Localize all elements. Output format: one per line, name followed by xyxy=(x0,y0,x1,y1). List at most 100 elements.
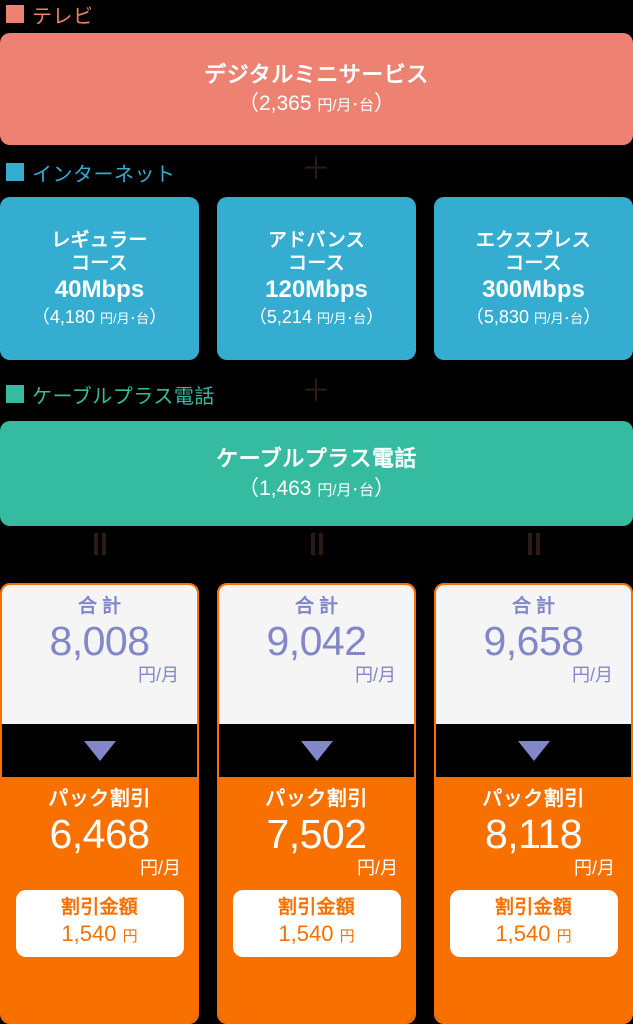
saving-amount-value: 1,540 xyxy=(278,921,340,947)
course-name-regular: レギュラー コース xyxy=(51,229,148,275)
total-unit: 円/月 xyxy=(137,664,179,685)
tv-price-open: （2,365 xyxy=(237,92,318,116)
course-name-line1: アドバンス xyxy=(267,229,366,251)
pricing-diagram: テレビ デジタルミニサービス （2,365 円/月･台） ＋ インターネット レ… xyxy=(0,0,633,1024)
result-group-regular: 合計 8,008 円/月 パック割引 6,468 円/月 割引金額 1,540 … xyxy=(0,583,199,1024)
course-name-line2: コース xyxy=(288,252,345,274)
phone-price-unit: 円/月･台 xyxy=(317,481,375,499)
total-box-regular: 合計 8,008 円/月 xyxy=(2,585,197,724)
saving-amount-unit: 円 xyxy=(556,928,572,946)
course-name-line1: エクスプレス xyxy=(475,229,592,251)
total-box-express: 合計 9,658 円/月 xyxy=(436,585,631,724)
course-name-line2: コース xyxy=(71,252,128,274)
discount-value: 7,502 xyxy=(266,811,367,857)
course-price-close: ） xyxy=(366,306,385,327)
course-card-express[interactable]: エクスプレス コース 300Mbps （5,830 円/月･台） xyxy=(434,197,633,360)
result-group-express: 合計 9,658 円/月 パック割引 8,118 円/月 割引金額 1,540 … xyxy=(434,583,633,1024)
phone-color-swatch-icon xyxy=(6,385,24,403)
tv-product-name: デジタルミニサービス xyxy=(204,61,429,87)
discount-box-regular: パック割引 6,468 円/月 割引金額 1,540 円 xyxy=(2,777,197,1022)
phone-product-name: ケーブルプラス電話 xyxy=(216,446,417,472)
tv-price-close: ） xyxy=(374,92,396,116)
course-name-line1: レギュラー xyxy=(51,229,148,251)
discount-box-express: パック割引 8,118 円/月 割引金額 1,540 円 xyxy=(436,777,631,1022)
course-price-close: ） xyxy=(149,306,168,327)
total-value: 9,042 xyxy=(266,617,367,664)
down-arrow-icon xyxy=(83,740,116,761)
equals-mark-column-1 xyxy=(88,533,112,555)
total-unit: 円/月 xyxy=(354,664,396,685)
saving-amount-value: 1,540 xyxy=(495,921,557,947)
legend-label-television: テレビ xyxy=(32,5,94,28)
arrow-gap-advance xyxy=(219,724,414,777)
legend-cable-plus-phone: ケーブルプラス電話 xyxy=(0,380,633,408)
arrow-gap-express xyxy=(436,724,631,777)
saving-amount-unit: 円 xyxy=(339,928,355,946)
total-box-advance: 合計 9,042 円/月 xyxy=(219,585,414,724)
discount-value: 6,468 xyxy=(49,811,150,857)
total-unit: 円/月 xyxy=(571,664,613,685)
course-price-express: （5,830 円/月･台） xyxy=(466,306,601,329)
equals-mark-column-2 xyxy=(305,533,329,555)
saving-chip-regular: 割引金額 1,540 円 xyxy=(15,889,184,957)
product-bar-television: デジタルミニサービス （2,365 円/月･台） xyxy=(0,33,633,145)
total-value: 8,008 xyxy=(49,617,150,664)
discount-unit: 円/月 xyxy=(573,857,615,878)
saving-amount: 1,540 円 xyxy=(454,920,614,948)
discount-box-advance: パック割引 7,502 円/月 割引金額 1,540 円 xyxy=(219,777,414,1022)
total-label: 合計 xyxy=(77,596,126,617)
internet-color-swatch-icon xyxy=(6,163,24,181)
total-value: 9,658 xyxy=(483,617,584,664)
course-name-express: エクスプレス コース xyxy=(476,229,591,275)
product-bar-cable-plus-phone: ケーブルプラス電話 （1,463 円/月･台） xyxy=(0,421,633,526)
saving-label: 割引金額 xyxy=(60,896,139,918)
saving-amount-unit: 円 xyxy=(122,928,138,946)
course-price-unit: 円/月･台 xyxy=(316,310,367,326)
course-name-advance: アドバンス コース xyxy=(268,229,365,275)
phone-price-close: ） xyxy=(374,476,396,500)
legend-television: テレビ xyxy=(0,0,633,28)
total-label: 合計 xyxy=(294,596,343,617)
discount-unit: 円/月 xyxy=(356,857,398,878)
legend-label-internet: インターネット xyxy=(32,163,176,186)
course-price-unit: 円/月･台 xyxy=(533,310,584,326)
course-speed-regular: 40Mbps xyxy=(54,276,145,304)
course-price-unit: 円/月･台 xyxy=(99,310,150,326)
course-price-advance: （5,214 円/月･台） xyxy=(249,306,384,329)
phone-product-price: （1,463 円/月･台） xyxy=(238,475,395,502)
tv-color-swatch-icon xyxy=(6,5,24,23)
phone-price-open: （1,463 xyxy=(237,476,318,500)
total-label: 合計 xyxy=(511,596,560,617)
saving-amount: 1,540 円 xyxy=(20,920,180,948)
discount-label: パック割引 xyxy=(482,788,585,810)
saving-chip-express: 割引金額 1,540 円 xyxy=(449,889,618,957)
course-price-close: ） xyxy=(583,306,602,327)
discount-label: パック割引 xyxy=(48,788,151,810)
course-speed-advance: 120Mbps xyxy=(265,276,368,304)
discount-value: 8,118 xyxy=(484,811,583,857)
course-speed-express: 300Mbps xyxy=(482,276,585,304)
tv-price-unit: 円/月･台 xyxy=(317,97,375,115)
result-group-advance: 合計 9,042 円/月 パック割引 7,502 円/月 割引金額 1,540 … xyxy=(217,583,416,1024)
saving-amount-value: 1,540 xyxy=(61,921,123,947)
arrow-gap-regular xyxy=(2,724,197,777)
down-arrow-icon xyxy=(300,740,333,761)
saving-label: 割引金額 xyxy=(494,896,573,918)
course-price-open: （5,830 xyxy=(465,306,534,327)
saving-label: 割引金額 xyxy=(277,896,356,918)
legend-internet: インターネット xyxy=(0,158,633,186)
discount-unit: 円/月 xyxy=(139,857,181,878)
saving-amount: 1,540 円 xyxy=(237,920,397,948)
legend-label-cable-plus-phone: ケーブルプラス電話 xyxy=(32,385,215,408)
course-price-open: （5,214 xyxy=(248,306,317,327)
course-price-regular: （4,180 円/月･台） xyxy=(32,306,167,329)
down-arrow-icon xyxy=(517,740,550,761)
course-card-regular[interactable]: レギュラー コース 40Mbps （4,180 円/月･台） xyxy=(0,197,199,360)
course-card-advance[interactable]: アドバンス コース 120Mbps （5,214 円/月･台） xyxy=(217,197,416,360)
discount-label: パック割引 xyxy=(265,788,368,810)
tv-product-price: （2,365 円/月･台） xyxy=(238,90,395,117)
course-price-open: （4,180 xyxy=(31,306,100,327)
saving-chip-advance: 割引金額 1,540 円 xyxy=(232,889,401,957)
course-name-line2: コース xyxy=(505,252,562,274)
equals-mark-column-3 xyxy=(522,533,546,555)
